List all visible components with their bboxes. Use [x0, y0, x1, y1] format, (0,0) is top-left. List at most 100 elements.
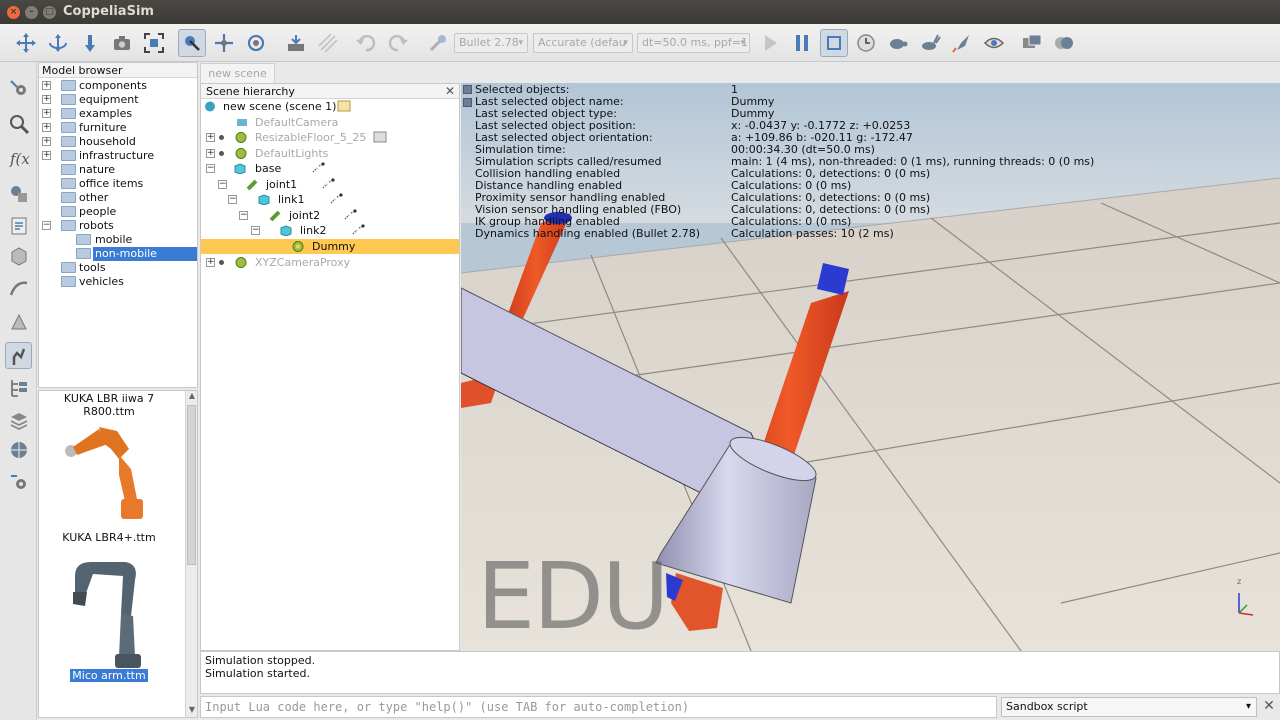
- tree-item-joint1[interactable]: − joint1: [201, 177, 459, 192]
- thumbnail-caption[interactable]: KUKA LBR4+.ttm: [39, 531, 179, 544]
- scenes-icon: [1055, 37, 1073, 49]
- tree-item-scene-root[interactable]: new scene (scene 1): [201, 99, 459, 114]
- selection-button[interactable]: [5, 308, 32, 335]
- tree-item-dummy[interactable]: Dummy: [201, 239, 459, 254]
- expand-icon[interactable]: +: [42, 109, 51, 118]
- info-toggle-icon[interactable]: [463, 85, 472, 94]
- script-icon[interactable]: [373, 131, 387, 143]
- folder-icon: [61, 192, 76, 203]
- window-maximize-button[interactable]: □: [43, 6, 56, 19]
- assemble-icon: [288, 35, 304, 51]
- collapse-icon[interactable]: −: [42, 221, 51, 230]
- redo-button[interactable]: [384, 29, 412, 57]
- tree-item-label: ResizableFloor_5_25: [255, 131, 367, 144]
- object-select-button[interactable]: [178, 29, 206, 57]
- object-properties-button[interactable]: [5, 110, 32, 137]
- user-settings-button[interactable]: [5, 468, 32, 495]
- camera-icon: [114, 36, 130, 50]
- window-title: CoppeliaSim: [63, 4, 154, 19]
- dynamics-icon: [312, 162, 325, 173]
- window-close-button[interactable]: ×: [7, 6, 20, 19]
- scene-hierarchy-title-text: Scene hierarchy: [206, 85, 295, 98]
- tree-item-xyz-camera-proxy[interactable]: + XYZCameraProxy: [201, 255, 459, 270]
- layers-button[interactable]: [5, 406, 32, 433]
- thumbnail-scrollbar[interactable]: ▲ ▼: [185, 391, 197, 717]
- info-toggle-icon[interactable]: [463, 98, 472, 107]
- camera-angle-button[interactable]: [108, 29, 136, 57]
- thumbnail-caption[interactable]: KUKA LBR iiwa 7 R800.ttm: [39, 392, 179, 418]
- collapse-icon[interactable]: −: [228, 195, 237, 204]
- thumbnail-caption-selected[interactable]: Mico arm.ttm: [39, 669, 179, 682]
- close-icon[interactable]: ✕: [1260, 698, 1278, 716]
- scroll-down-icon[interactable]: ▼: [187, 705, 197, 717]
- tree-item-resizable-floor[interactable]: + ResizableFloor_5_25: [201, 130, 459, 145]
- expand-icon[interactable]: +: [206, 149, 215, 158]
- kuka-lbr4-thumbnail[interactable]: [65, 556, 155, 671]
- environment-button[interactable]: [5, 436, 32, 463]
- tree-item-default-camera[interactable]: DefaultCamera: [201, 115, 459, 130]
- tree-item-label: DefaultCamera: [255, 116, 339, 129]
- scene-script-icon[interactable]: [337, 100, 351, 112]
- tree-item-default-lights[interactable]: + DefaultLights: [201, 146, 459, 161]
- collapse-icon[interactable]: −: [206, 164, 215, 173]
- visualization-toggle-button[interactable]: [980, 29, 1008, 57]
- path-edit-button[interactable]: [5, 274, 32, 301]
- tree-item-link2[interactable]: − link2: [201, 223, 459, 238]
- camera-shift-button[interactable]: [76, 29, 104, 57]
- transfer-dna-button[interactable]: [314, 29, 342, 57]
- scene-tab[interactable]: new scene: [200, 63, 275, 83]
- assemble-button[interactable]: [282, 29, 310, 57]
- tree-item-base[interactable]: − base: [201, 161, 459, 176]
- collections-button[interactable]: [5, 180, 32, 207]
- expand-icon[interactable]: +: [206, 258, 215, 267]
- script-context-select[interactable]: Sandbox script: [1001, 697, 1257, 717]
- time-step-select[interactable]: dt=50.0 ms, ppf=1: [637, 33, 750, 53]
- expand-icon[interactable]: +: [42, 137, 51, 146]
- expand-icon[interactable]: +: [42, 95, 51, 104]
- scroll-thumb[interactable]: [187, 405, 196, 565]
- collapse-icon[interactable]: −: [251, 226, 260, 235]
- wrench-icon: [429, 35, 446, 52]
- scripts-button[interactable]: [5, 212, 32, 239]
- kuka-iiwa-thumbnail[interactable]: [59, 419, 159, 529]
- pause-simulation-button[interactable]: [788, 29, 816, 57]
- real-time-button[interactable]: [852, 29, 880, 57]
- undo-button[interactable]: [352, 29, 380, 57]
- collapse-icon[interactable]: −: [218, 180, 227, 189]
- scene-selector-button[interactable]: [1050, 29, 1078, 57]
- expand-icon[interactable]: +: [42, 151, 51, 160]
- scene-viewport[interactable]: Selected objects: 1 Last selected object…: [461, 83, 1280, 651]
- speed-up-button[interactable]: [916, 29, 944, 57]
- object-rotate-button[interactable]: [242, 29, 270, 57]
- object-shift-button[interactable]: [210, 29, 238, 57]
- tree-item-link1[interactable]: − link1: [201, 192, 459, 207]
- collapse-icon[interactable]: −: [239, 211, 248, 220]
- tree-item-joint2[interactable]: − joint2: [201, 208, 459, 223]
- window-minimize-button[interactable]: –: [25, 6, 38, 19]
- fit-to-view-button[interactable]: [140, 29, 168, 57]
- turtle-icon: [890, 39, 908, 49]
- calculation-modules-button[interactable]: f(x): [5, 144, 32, 171]
- simulation-settings-button[interactable]: [5, 74, 32, 101]
- accuracy-select[interactable]: Accurate (defau: [533, 33, 633, 53]
- page-selector-button[interactable]: [1018, 29, 1046, 57]
- camera-rotate-button[interactable]: [44, 29, 72, 57]
- undo-icon: [356, 34, 376, 52]
- joint-icon: [269, 210, 281, 221]
- physics-engine-select[interactable]: Bullet 2.78: [454, 33, 528, 53]
- expand-icon[interactable]: +: [42, 81, 51, 90]
- camera-pan-button[interactable]: [12, 29, 40, 57]
- slow-down-button[interactable]: [884, 29, 912, 57]
- scroll-up-icon[interactable]: ▲: [187, 391, 197, 403]
- thread-rendering-button[interactable]: [948, 29, 976, 57]
- close-icon[interactable]: ✕: [445, 84, 455, 99]
- expand-icon[interactable]: +: [206, 133, 215, 142]
- scene-hierarchy-toggle[interactable]: [5, 374, 32, 401]
- expand-icon[interactable]: +: [42, 123, 51, 132]
- start-simulation-button[interactable]: [756, 29, 784, 57]
- stop-simulation-button[interactable]: [820, 29, 848, 57]
- model-browser-toggle[interactable]: [5, 342, 32, 369]
- lua-command-input[interactable]: Input Lua code here, or type "help()" (u…: [200, 696, 997, 718]
- shape-edit-button[interactable]: [5, 242, 32, 269]
- dynamics-content-button[interactable]: [424, 29, 452, 57]
